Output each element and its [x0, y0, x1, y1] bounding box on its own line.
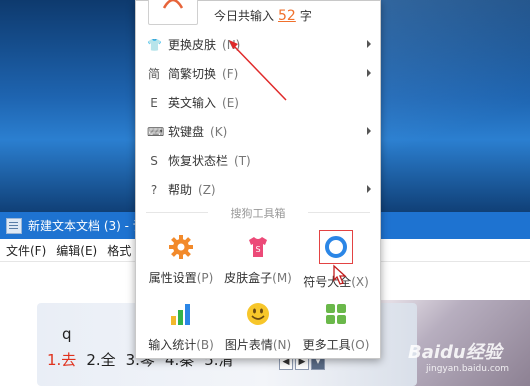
notepad-title: 新建文本文档 (3) - 记 — [28, 219, 145, 233]
candidate-1[interactable]: 1.去 — [47, 349, 76, 370]
mouse-cursor-icon — [333, 264, 347, 285]
tool-input-stats[interactable]: 输入统计(B) — [141, 301, 221, 353]
tool-skin-box[interactable]: S 皮肤盒子(M) — [218, 234, 298, 286]
avatar[interactable] — [148, 0, 198, 25]
help-icon: ? — [150, 182, 158, 197]
toolbox-title: 搜狗工具箱 — [136, 205, 380, 221]
submenu-arrow-icon — [367, 40, 371, 48]
keyboard-icon: ⌨ — [147, 124, 165, 139]
menu-item-simp-trad[interactable]: 简 简繁切换 (F) — [136, 59, 380, 88]
svg-text:S: S — [255, 245, 260, 254]
menu-item-soft-keyboard[interactable]: ⌨ 软键盘 (K) — [136, 117, 380, 146]
menu-edit[interactable]: 编辑(E) — [56, 242, 97, 259]
more-tools-icon — [326, 304, 346, 324]
submenu-arrow-icon — [367, 69, 371, 77]
english-icon: E — [150, 95, 158, 110]
skin-box-icon: S — [249, 237, 267, 257]
sogou-menu: 今日共输入 52 字 👕 更换皮肤 (N) 简 简繁切换 (F) E 英文输入 (E) ⌨… — [135, 0, 381, 359]
menu-file[interactable]: 文件(F) — [6, 242, 46, 259]
submenu-arrow-icon — [367, 185, 371, 193]
menu-item-english[interactable]: E 英文输入 (E) — [136, 88, 380, 117]
symbol-icon — [319, 230, 353, 264]
ime-pinyin: q — [62, 325, 72, 343]
shirt-icon: 👕 — [147, 37, 162, 52]
candidate-2[interactable]: 2.全 — [86, 349, 115, 370]
gear-icon — [169, 235, 193, 259]
stats-icon — [171, 304, 190, 325]
menu-item-help[interactable]: ? 帮助 (Z) — [136, 175, 380, 204]
tool-image-emoji[interactable]: 图片表情(N) — [218, 301, 298, 353]
watermark-logo: Baidu经验 jingyan.baidu.com — [408, 342, 510, 374]
tool-more-tools[interactable]: 更多工具(O) — [296, 301, 376, 353]
menu-format[interactable]: 格式 — [107, 242, 131, 259]
restore-icon: S — [150, 153, 158, 168]
menu-item-restore-statusbar[interactable]: S 恢复状态栏 (T) — [136, 146, 380, 175]
submenu-arrow-icon — [367, 127, 371, 135]
emoji-icon — [247, 303, 269, 325]
today-count: 今日共输入 52 字 — [214, 8, 312, 24]
user-icon — [162, 0, 184, 9]
notepad-icon — [6, 217, 22, 234]
menu-item-change-skin[interactable]: 👕 更换皮肤 (N) — [136, 30, 380, 59]
tool-settings[interactable]: 属性设置(P) — [141, 234, 221, 286]
simp-trad-icon: 简 — [147, 66, 160, 81]
